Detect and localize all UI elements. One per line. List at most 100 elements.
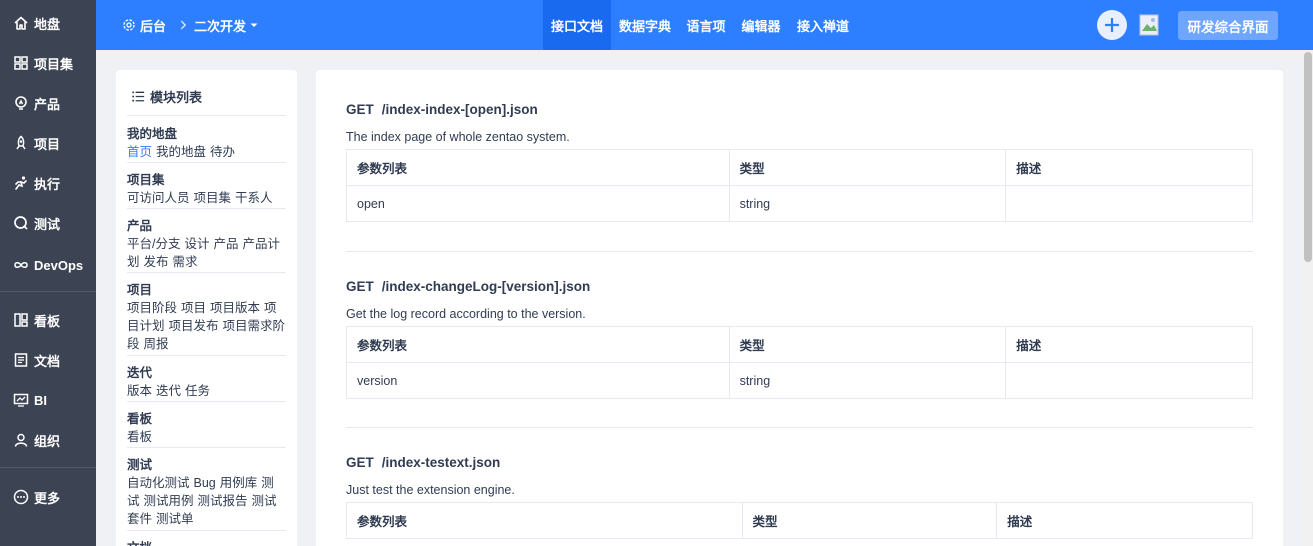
nav-item-program[interactable]: 项目集: [0, 43, 96, 83]
table-cell: string: [728, 362, 1007, 399]
module-link[interactable]: 项目集: [194, 191, 232, 205]
create-button[interactable]: [1097, 10, 1127, 40]
nav-item-doc[interactable]: 文档: [0, 340, 96, 380]
divider: [346, 427, 1253, 428]
nav-item-project[interactable]: 项目: [0, 123, 96, 163]
module-link[interactable]: 待办: [210, 145, 235, 159]
top-header: 后台 二次开发 接口文档 数据字典 语言项 编辑器 接入禅道 研发综合界面: [96, 0, 1313, 50]
api-description: The index page of whole zentao system.: [346, 130, 570, 144]
nav-item-execution[interactable]: 执行: [0, 163, 96, 203]
divider: [127, 447, 286, 448]
nav-item-product[interactable]: 产品: [0, 83, 96, 123]
api-path: /index-testext.json: [381, 455, 501, 470]
module-link[interactable]: 任务: [185, 384, 210, 398]
tab-editor[interactable]: 编辑器: [733, 0, 789, 50]
module-link[interactable]: Bug: [194, 476, 216, 490]
vision-switch-button[interactable]: 研发综合界面: [1178, 11, 1278, 40]
group-items: 看板: [127, 428, 286, 446]
page-scrollbar[interactable]: [1302, 50, 1313, 546]
module-link[interactable]: 测试用例: [144, 494, 194, 508]
home-icon: [14, 16, 28, 30]
module-link[interactable]: 产品: [214, 237, 239, 251]
group-items: 项目阶段 项目 项目版本 项目计划 项目发布 项目需求阶段 周报: [127, 299, 286, 353]
module-group-test: 测试 自动化测试 Bug 用例库 测试 测试用例 测试报告 测试套件 测试单: [127, 456, 286, 531]
api-block: GET/index-testext.json Just test the ext…: [346, 453, 1253, 539]
gear-icon: [123, 19, 135, 31]
nav-item-bi[interactable]: BI: [0, 380, 96, 420]
column-header: 描述: [1005, 149, 1253, 186]
avatar[interactable]: [1139, 12, 1165, 38]
divider: [127, 162, 286, 163]
tab-label: 编辑器: [741, 18, 781, 34]
nav-item-org[interactable]: 组织: [0, 420, 96, 460]
module-link[interactable]: 干系人: [235, 191, 273, 205]
divider: [127, 355, 286, 356]
lightbulb-icon: [15, 96, 27, 110]
module-link[interactable]: 看板: [127, 430, 152, 444]
divider: [127, 115, 286, 116]
column-header: 描述: [1005, 326, 1253, 363]
module-link[interactable]: 我的地盘: [156, 145, 206, 159]
nav-label: 地盘: [34, 16, 61, 32]
module-link[interactable]: 项目版本: [210, 301, 260, 315]
tab-integrate-zentao[interactable]: 接入禅道: [789, 0, 857, 50]
nav-item-test[interactable]: 测试: [0, 203, 96, 243]
nav-divider: [0, 467, 96, 468]
module-link[interactable]: 发布: [144, 255, 169, 269]
api-description: Get the log record according to the vers…: [346, 307, 586, 321]
group-items: 首页 我的地盘 待办: [127, 143, 286, 161]
divider: [127, 272, 286, 273]
group-title: 迭代: [127, 366, 153, 380]
module-group-my: 我的地盘 首页 我的地盘 待办: [127, 125, 286, 163]
module-link[interactable]: 项目: [181, 301, 206, 315]
table-row: open string: [346, 185, 1253, 222]
column-header: 参数列表: [346, 326, 730, 363]
tab-language-items[interactable]: 语言项: [679, 0, 733, 50]
nav-item-dashboard[interactable]: 地盘: [0, 3, 96, 43]
nav-label: 文档: [34, 353, 61, 369]
module-link[interactable]: 需求: [173, 255, 198, 269]
divider: [346, 251, 1253, 252]
module-link[interactable]: 版本: [127, 384, 152, 398]
nav-label: 项目集: [34, 56, 74, 72]
vision-label: 研发综合界面: [1187, 19, 1269, 35]
divider: [127, 530, 286, 531]
module-link[interactable]: 首页: [127, 145, 152, 159]
infinity-icon: [14, 262, 28, 268]
module-link[interactable]: 测试报告: [198, 494, 248, 508]
nav-label: 组织: [34, 433, 61, 449]
chevron-right-icon: [180, 20, 187, 30]
nav-item-kanban[interactable]: 看板: [0, 300, 96, 340]
scroll-thumb[interactable]: [1304, 52, 1312, 262]
group-title: 文档: [127, 539, 286, 546]
nav-label: BI: [34, 392, 47, 408]
module-link[interactable]: 自动化测试: [127, 476, 190, 490]
module-link[interactable]: 用例库: [220, 476, 258, 490]
module-group-product: 产品 平台/分支 设计 产品 产品计划 发布 需求: [127, 217, 286, 273]
module-group-iteration: 迭代 版本 迭代 任务: [127, 364, 286, 402]
module-link[interactable]: 迭代: [156, 384, 181, 398]
table-header-row: 参数列表 类型 描述: [346, 502, 1253, 539]
group-title: 我的地盘: [127, 127, 178, 141]
module-link[interactable]: 可访问人员: [127, 191, 190, 205]
api-path: /index-changeLog-[version].json: [381, 279, 591, 294]
module-link[interactable]: 设计: [184, 237, 209, 251]
module-link[interactable]: 周报: [144, 337, 169, 351]
module-link[interactable]: 测试单: [156, 512, 194, 526]
tab-api-doc[interactable]: 接口文档: [543, 0, 611, 50]
column-header: 类型: [728, 149, 1007, 186]
module-link[interactable]: 项目发布: [169, 319, 219, 333]
module-link[interactable]: 平台/分支: [127, 237, 180, 251]
table-cell: version: [346, 362, 730, 399]
module-group-doc: 文档: [127, 539, 286, 546]
nav-item-devops[interactable]: DevOps: [0, 245, 96, 285]
nav-item-more[interactable]: 更多: [0, 477, 96, 517]
module-link[interactable]: 项目阶段: [127, 301, 177, 315]
nav-label: 产品: [34, 96, 61, 112]
tab-data-dictionary[interactable]: 数据字典: [611, 0, 679, 50]
api-description: Just test the extension engine.: [346, 483, 515, 497]
breadcrumb-home[interactable]: 后台: [122, 0, 166, 50]
nav-label: DevOps: [34, 257, 84, 273]
caret-down-icon: [250, 23, 258, 27]
breadcrumb-current[interactable]: 二次开发: [194, 0, 259, 50]
